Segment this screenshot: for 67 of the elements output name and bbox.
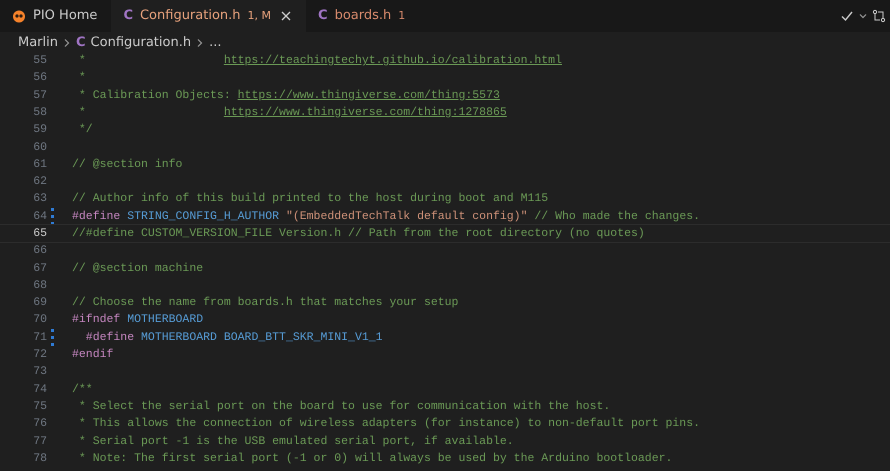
code-comment: // Who made the changes. [533,208,700,225]
line-number: 60 [32,140,47,156]
c-file-icon: C [123,6,133,26]
line-number: 56 [32,70,47,86]
code-comment: * Note: The first serial port (-1 or 0) will always be used by the Arduino bootloader. [78,450,672,467]
tab-status-label: 1 [398,8,406,24]
code-directive: #ifndef [72,312,120,328]
line-number: 69 [32,295,47,312]
code-directive: #define [72,208,120,225]
line-number: 59 [32,122,47,138]
code-comment: */ [78,122,93,138]
check-icon[interactable] [840,9,854,23]
line-number: 67 [32,260,47,277]
line-number: 57 [32,88,47,104]
code-comment: //#define CUSTOM_VERSION_FILE Version.h // Path from the root directory (no quotes) [72,226,645,242]
line-number: 63 [32,191,47,208]
code-comment: * [78,70,86,86]
line-number: 76 [32,416,47,432]
code-comment: /** [72,382,93,398]
chevron-right-icon [63,38,71,48]
code-identifier: MOTHERBOARD BOARD_BTT_SKR_MINI_V1_1 [140,330,383,346]
compare-icon[interactable] [872,9,886,23]
line-number: 74 [32,382,47,398]
line-number: 66 [32,243,47,260]
line-number: 64 [32,208,47,225]
breadcrumb-item[interactable]: ... [209,32,222,52]
breadcrumb-item[interactable]: Configuration.h [90,32,192,52]
tab-label: boards.h [334,7,392,26]
code-comment: * [78,53,87,70]
line-number: 72 [32,347,47,364]
code-string: "(EmbeddedTechTalk default config)" [284,208,528,225]
editor-tab[interactable]: C Configuration.h 1, M [111,0,306,32]
chevron-right-icon [196,38,204,48]
code-comment: * [78,104,87,121]
code-comment: // Choose the name from boards.h that matches your setup [72,295,458,312]
code-identifier: STRING_CONFIG_H_AUTHOR [126,208,280,225]
line-number: 77 [32,434,47,450]
code-directive: #endif [72,347,114,364]
line-number: 58 [32,104,47,121]
line-number: 78 [32,450,47,467]
line-number: 70 [32,312,47,328]
close-icon[interactable] [280,10,292,22]
breadcrumb-item[interactable]: Marlin [18,32,58,52]
line-number: 73 [32,364,47,380]
line-number: 68 [32,278,47,294]
c-file-icon: C [318,6,328,26]
code-directive: #define [84,330,134,346]
line-number: 62 [32,174,47,190]
line-number: 65 [32,226,47,242]
ant-head-icon [12,9,26,23]
line-number: 71 [32,330,47,346]
line-number: 61 [32,156,47,173]
code-comment: // @section info [72,156,182,173]
code-comment: * Select the serial port on the board to use for communication with the host. [78,398,610,415]
code-comment: // @section machine [72,260,204,277]
code-comment: // Author info of this build printed to the host during boot and M115 [72,191,548,208]
line-number: 55 [32,53,47,70]
tab-label: Configuration.h [140,7,241,26]
tab-status-label: 1, M [248,8,272,24]
code-comment: * Calibration Objects: [78,88,232,104]
code-identifier: MOTHERBOARD [126,312,204,328]
code-comment: * Serial port -1 is the USB emulated serial port, if available. [78,434,514,450]
c-file-icon: C [76,32,86,52]
tab-label: PIO Home [33,7,98,26]
chevron-down-icon[interactable] [858,11,868,21]
code-comment: * This allows the connection of wireless adapters (for instance) to non-default port pins. [78,416,700,432]
line-number: 75 [32,398,47,415]
